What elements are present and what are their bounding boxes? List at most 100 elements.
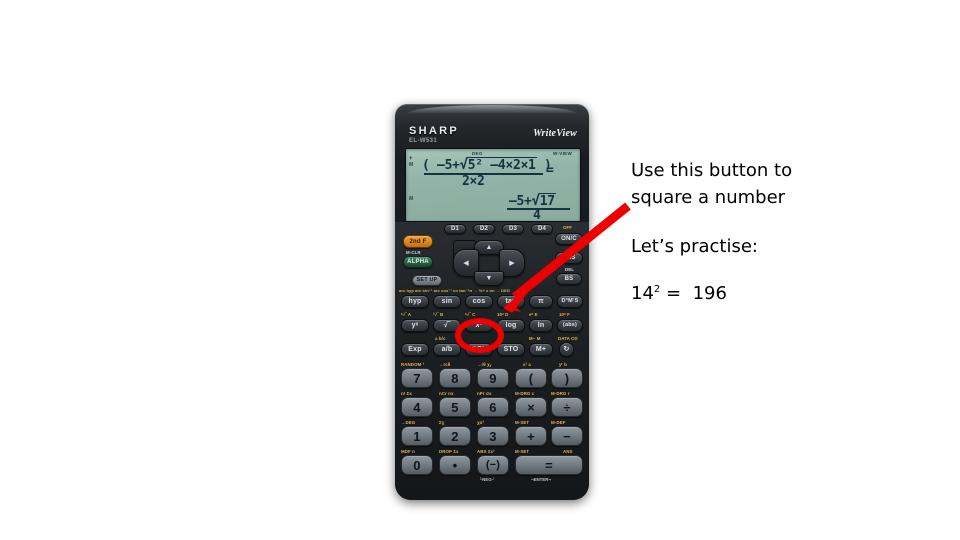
practice-answer: 196 — [692, 283, 727, 304]
key-exponent[interactable]: Exp — [401, 343, 429, 356]
dpad-down-icon[interactable]: ▼ — [474, 271, 504, 286]
label-log-secondary: 10ˣ D — [497, 312, 509, 317]
label-to-rc-secondary: →rcθ — [439, 362, 451, 367]
practice-equals-sign: = — [666, 283, 682, 304]
key-2[interactable]: 2 — [439, 426, 471, 446]
calculator-brand-logo: SHARP — [409, 125, 460, 137]
key-minus[interactable]: − — [551, 426, 583, 446]
caption-enter: ¬ENTER¬ — [531, 477, 552, 482]
instruction-line-2: square a number — [631, 187, 786, 208]
key-d1[interactable]: D1 — [444, 224, 466, 234]
label-paren-close-secondary: yʳ b — [559, 362, 567, 367]
key-ln[interactable]: ln — [529, 319, 553, 332]
label-random-secondary: RANDOM ³ — [401, 362, 425, 367]
key-3[interactable]: 3 — [477, 426, 509, 446]
key-5[interactable]: 5 — [439, 397, 471, 417]
key-open-paren[interactable]: ( — [515, 368, 547, 388]
calculator-keypad: D1 D2 D3 D4 OFF ON/C ANS DEL BS 2nd F M-… — [395, 222, 589, 500]
key-equals[interactable]: = — [515, 455, 583, 475]
calculator-top-highlight — [406, 105, 578, 114]
label-npr-secondary: nPr σx — [477, 391, 492, 396]
key-multiply[interactable]: × — [515, 397, 547, 417]
practice-equation: 142 = 196 — [631, 283, 727, 304]
key-change-sign-round-icon[interactable]: ↻ — [559, 342, 574, 357]
key-store[interactable]: STO — [497, 343, 525, 356]
key-8[interactable]: 8 — [439, 368, 471, 388]
key-2nd-f[interactable]: 2nd F — [403, 235, 433, 248]
key-y-to-x[interactable]: yˣ — [401, 319, 429, 332]
label-sqrt-secondary: ³√‾ B — [433, 312, 444, 317]
label-off: OFF — [563, 225, 573, 230]
key-sin[interactable]: sin — [433, 295, 461, 308]
key-setup[interactable]: SET UP — [412, 275, 442, 286]
label-ncr-secondary: nCr nx — [439, 391, 454, 396]
key-plus[interactable]: + — [515, 426, 547, 446]
key-negative-sign[interactable]: (−) — [477, 455, 509, 475]
lcd-indicator-deg: DEG — [472, 151, 483, 156]
key-pi[interactable]: π — [529, 295, 553, 308]
label-xsquared-secondary: ˣ√‾ C — [465, 312, 476, 317]
key-6[interactable]: 6 — [477, 397, 509, 417]
lcd-expr-radicand: 5² –4×2×1 — [466, 157, 537, 173]
label-data-cd-secondary: DATA CD — [558, 336, 578, 341]
label-mdf-secondary: MDF n — [401, 449, 415, 454]
caption-negative: └NEG┘ — [479, 477, 495, 482]
practice-base: 14 — [631, 283, 654, 304]
key-ans[interactable]: ANS — [555, 252, 583, 264]
label-drop-secondary: DROP Σx — [439, 449, 459, 454]
label-factorial-secondary: n! Σx — [401, 391, 412, 396]
label-variance-secondary: χσ² — [477, 420, 485, 425]
key-0[interactable]: 0 — [401, 455, 433, 475]
lcd-result-prefix: –5+ — [509, 194, 532, 209]
practice-prompt: Let’s practise: — [631, 236, 758, 257]
key-tan[interactable]: tan — [497, 295, 525, 308]
key-d4[interactable]: D4 — [531, 224, 553, 234]
key-close-paren[interactable]: ) — [551, 368, 583, 388]
label-paren-open-secondary: x¹ a — [523, 362, 531, 367]
key-cos[interactable]: cos — [465, 295, 493, 308]
key-4[interactable]: 4 — [401, 397, 433, 417]
label-ans-secondary: ANS — [563, 449, 573, 454]
key-decimal-point[interactable]: • — [439, 455, 471, 475]
lcd-result-denominator: 4 — [533, 208, 541, 222]
label-abs-secondary: 10ˣ F — [559, 312, 570, 317]
label-trig-secondary-functions: arc hyp arc sin⁻¹ arc cos⁻¹ cn tan⁻¹π → … — [399, 288, 511, 293]
label-to-rtheta-secondary: →rθ χᵧ — [477, 362, 492, 367]
key-backspace[interactable]: BS — [556, 273, 582, 285]
key-7[interactable]: 7 — [401, 368, 433, 388]
highlight-circle-x-squared-key — [455, 318, 504, 353]
key-9[interactable]: 9 — [477, 368, 509, 388]
key-alpha[interactable]: ALPHA — [403, 256, 433, 268]
lcd-indicator-memory: M — [409, 162, 414, 168]
label-ln-secondary: eˣ E — [529, 312, 538, 317]
key-divide[interactable]: ÷ — [551, 397, 583, 417]
label-sigma-x-secondary: Σχ — [439, 420, 445, 425]
label-minus-secondary: M-DEF — [551, 420, 566, 425]
key-fraction[interactable]: a/b — [433, 343, 461, 356]
lcd-indicator-memory-lower: M — [409, 196, 414, 202]
calculator-lcd-display: DEG W-VIEW + M M ( –5+√5² –4×2×1 ) 2×2 =… — [405, 148, 581, 222]
lcd-expression-numerator: ( –5+√5² –4×2×1 ) — [422, 157, 552, 173]
key-degrees-minutes-seconds[interactable]: D°M’S — [557, 295, 583, 308]
calculator-tagline: WriteView — [533, 128, 577, 139]
lcd-result-numerator: –5+√17 — [509, 193, 556, 209]
key-memory-plus[interactable]: M+ — [529, 343, 553, 356]
lcd-equals-sign: = — [546, 163, 554, 178]
key-1[interactable]: 1 — [401, 426, 433, 446]
navigation-dpad: ▲ ◀ ▶ ▼ — [453, 240, 525, 286]
label-to-deg-secondary: →DEG — [401, 420, 416, 425]
instruction-line-1: Use this button to — [631, 160, 793, 181]
key-d2[interactable]: D2 — [473, 224, 495, 234]
key-on-clear[interactable]: ON/C — [555, 233, 583, 245]
label-m-minus-secondary: M− M — [529, 336, 541, 341]
slide-canvas: SHARP EL-W531 WriteView DEG W-VIEW + M M… — [0, 0, 960, 540]
key-hyp[interactable]: hyp — [401, 295, 429, 308]
key-absolute-value[interactable]: (abs) — [557, 319, 583, 332]
label-divide-secondary: M-DRG r — [551, 391, 570, 396]
label-a-b-c-secondary: a b/c — [435, 336, 446, 341]
lcd-result-radicand: 17 — [538, 193, 556, 209]
key-d3[interactable]: D3 — [502, 224, 524, 234]
sharp-calculator: SHARP EL-W531 WriteView DEG W-VIEW + M M… — [395, 104, 589, 500]
lcd-expr-open: ( –5+ — [422, 158, 460, 173]
label-memory-clear: M-CLR — [406, 250, 421, 255]
